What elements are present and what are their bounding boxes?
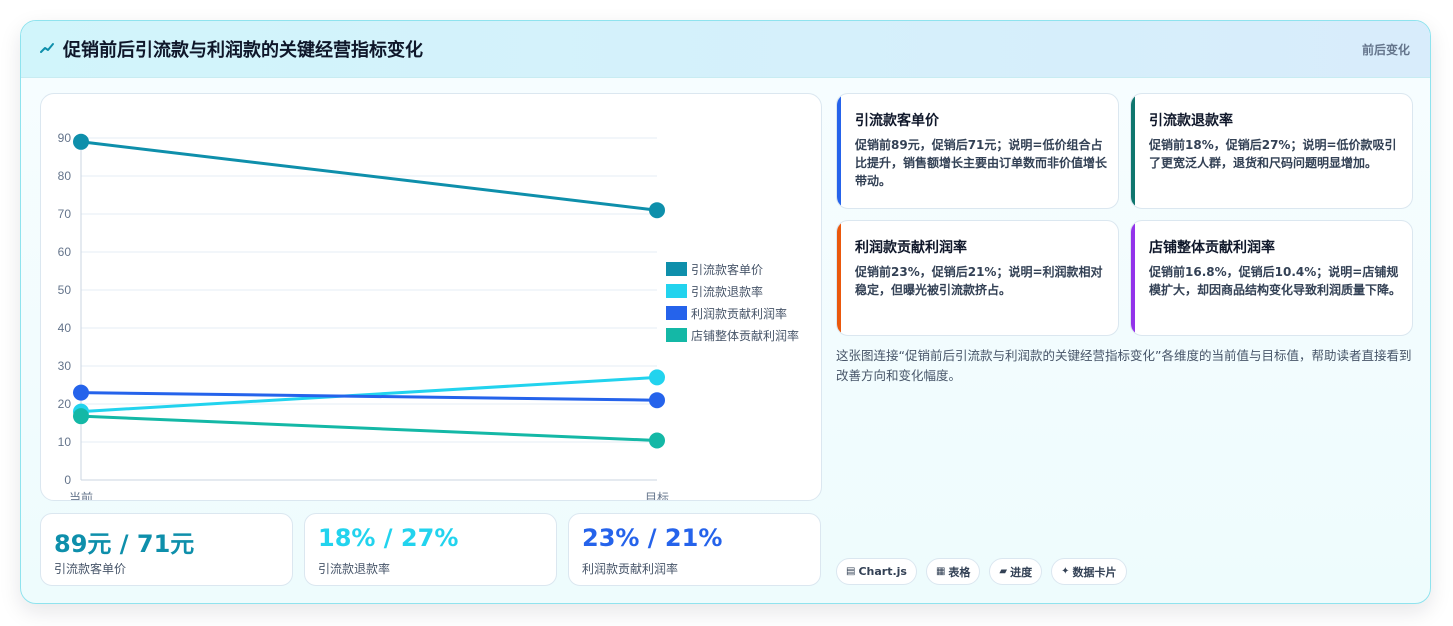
stat-label: 引流款客单价 (54, 562, 127, 576)
note-card: 引流款退款率 促销前18%，促销后27%；说明=低价款吸引了更宽泛人群，退货和尺… (1130, 93, 1413, 209)
data-point (649, 392, 665, 409)
note-accent-bar (837, 221, 841, 335)
header-tag: 前后变化 (1361, 43, 1410, 57)
y-tick-label: 70 (58, 207, 72, 221)
dashboard-card: 促销前后引流款与利润款的关键经营指标变化 前后变化 0 10 20 30 40 50 60 7… (20, 20, 1431, 604)
legend-swatch (666, 284, 687, 298)
y-tick-label: 20 (58, 397, 72, 411)
tech-chips: ▤ Chart.js ▦ 表格 ▰ 进度 ✦ 数据卡片 (836, 558, 1136, 585)
y-tick-label: 0 (64, 473, 71, 487)
stat-card: 89元 / 71元 引流款客单价 (40, 513, 293, 586)
chip-chartjs[interactable]: ▤ Chart.js (836, 558, 917, 585)
progress-icon: ▰ (999, 566, 1008, 577)
y-tick-label: 10 (58, 435, 72, 449)
legend-label: 利润款贡献利润率 (691, 306, 788, 321)
data-point (73, 408, 89, 425)
trend-icon (40, 43, 54, 53)
stat-label: 引流款退款率 (318, 562, 391, 576)
stat-card: 18% / 27% 引流款退款率 (304, 513, 557, 586)
stat-label: 利润款贡献利润率 (582, 562, 679, 576)
chart-legend: 引流款客单价 引流款退款率 利润款贡献利润率 店铺整体贡献利润率 (666, 258, 799, 346)
legend-label: 引流款退款率 (691, 284, 764, 299)
y-tick-label: 60 (58, 245, 72, 259)
legend-label: 引流款客单价 (691, 262, 764, 277)
data-point (649, 369, 665, 386)
legend-item[interactable]: 引流款客单价 (666, 258, 799, 280)
x-tick-label: 当前 (69, 490, 93, 500)
legend-swatch (666, 306, 687, 320)
data-point (73, 133, 89, 150)
stat-value: 89元 / 71元 (54, 530, 195, 558)
chip-label: 数据卡片 (1072, 565, 1117, 579)
sparkle-icon: ✦ (1061, 566, 1070, 577)
note-text: 促销前18%，促销后27%；说明=低价款吸引了更宽泛人群，退货和尺码问题明显增加… (1149, 138, 1397, 170)
chip-label: 进度 (1010, 565, 1033, 579)
legend-item[interactable]: 店铺整体贡献利润率 (666, 324, 799, 346)
legend-swatch (666, 262, 687, 276)
note-text: 促销前89元，促销后71元；说明=低价组合占比提升，销售额增长主要由订单数而非价… (855, 138, 1108, 188)
chip-progress[interactable]: ▰ 进度 (989, 558, 1043, 585)
legend-item[interactable]: 引流款退款率 (666, 280, 799, 302)
chip-table[interactable]: ▦ 表格 (925, 558, 981, 585)
stat-card: 23% / 21% 利润款贡献利润率 (568, 513, 821, 586)
stat-value: 23% / 21% (582, 524, 723, 552)
note-text: 促销前16.8%，促销后10.4%；说明=店铺规模扩大，却因商品结构变化导致利润… (1149, 265, 1402, 297)
legend-item[interactable]: 利润款贡献利润率 (666, 302, 799, 324)
note-title: 店铺整体贡献利润率 (1149, 240, 1275, 256)
table-icon: ▦ (935, 566, 946, 577)
note-card: 利润款贡献利润率 促销前23%，促销后21%；说明=利润款相对稳定，但曝光被引流… (836, 220, 1119, 336)
series-line (80, 414, 658, 442)
note-title: 引流款客单价 (855, 113, 939, 129)
data-point (73, 384, 89, 401)
chart-icon: ▤ (846, 566, 856, 577)
page-title: 促销前后引流款与利润款的关键经营指标变化 (63, 40, 423, 61)
note-text: 促销前23%，促销后21%；说明=利润款相对稳定，但曝光被引流款挤占。 (855, 265, 1103, 297)
line-chart: 0 10 20 30 40 50 60 70 80 90 当前 目标 引流款客单价 引流款退款率 利润… (40, 93, 822, 501)
y-tick-label: 50 (58, 283, 72, 297)
note-card: 引流款客单价 促销前89元，促销后71元；说明=低价组合占比提升，销售额增长主要… (836, 93, 1119, 209)
x-tick-label: 目标 (645, 491, 669, 500)
stat-value: 18% / 27% (318, 524, 459, 552)
chart-description: 这张图连接“促销前后引流款与利润款的关键经营指标变化”各维度的当前值与目标值，帮… (836, 348, 1412, 383)
y-tick-label: 40 (58, 321, 72, 335)
data-point (649, 202, 665, 219)
note-title: 引流款退款率 (1149, 113, 1233, 129)
y-tick-label: 90 (58, 131, 72, 145)
y-tick-label: 80 (58, 169, 72, 183)
y-tick-label: 30 (58, 359, 72, 373)
card-header: 促销前后引流款与利润款的关键经营指标变化 前后变化 (21, 21, 1430, 78)
chip-label: Chart.js (858, 565, 907, 578)
data-point (649, 432, 665, 449)
legend-label: 店铺整体贡献利润率 (691, 328, 800, 343)
note-accent-bar (1131, 94, 1135, 208)
legend-swatch (666, 328, 687, 342)
chip-label: 表格 (948, 565, 971, 579)
note-accent-bar (837, 94, 841, 208)
note-card: 店铺整体贡献利润率 促销前16.8%，促销后10.4%；说明=店铺规模扩大，却因… (1130, 220, 1413, 336)
note-accent-bar (1131, 221, 1135, 335)
note-title: 利润款贡献利润率 (855, 240, 967, 256)
chip-data-card[interactable]: ✦ 数据卡片 (1051, 558, 1127, 585)
